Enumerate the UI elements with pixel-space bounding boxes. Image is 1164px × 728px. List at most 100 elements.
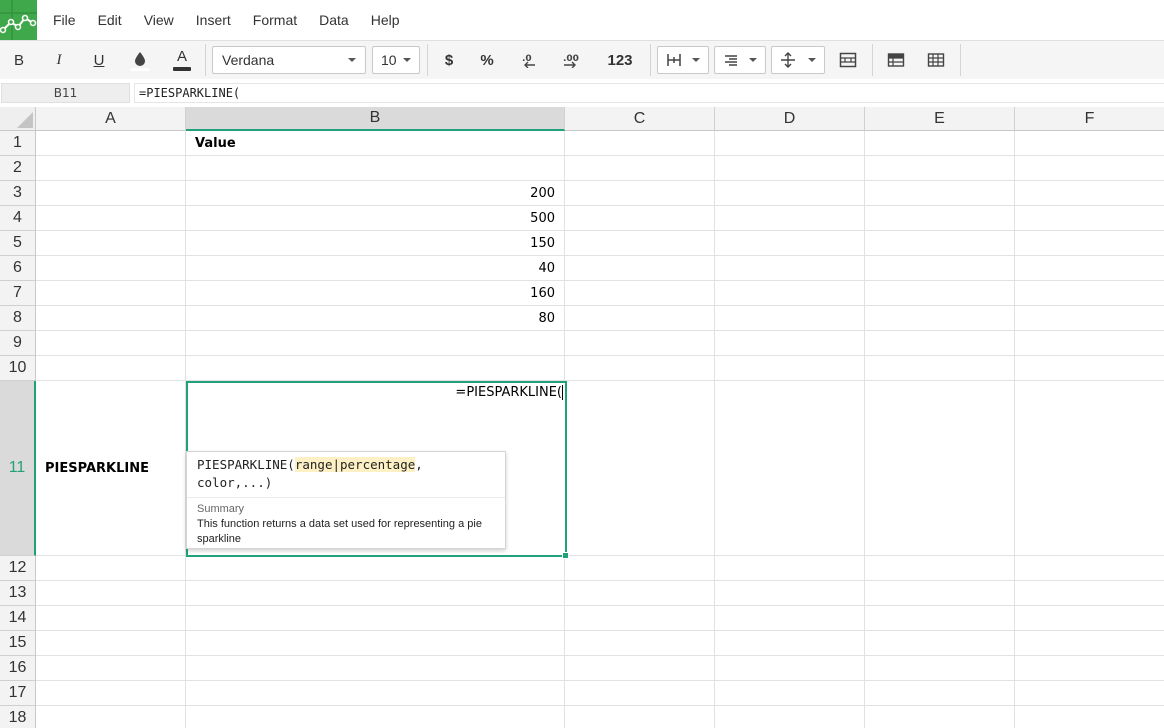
cell-c8[interactable]: [565, 306, 715, 331]
cell-f13[interactable]: [1015, 581, 1164, 606]
row-header-5[interactable]: 5: [0, 231, 36, 256]
cell-d10[interactable]: [715, 356, 865, 381]
row-header-8[interactable]: 8: [0, 306, 36, 331]
cell-b3[interactable]: 200: [186, 181, 565, 206]
cell-d4[interactable]: [715, 206, 865, 231]
cell-b18[interactable]: [186, 706, 565, 728]
font-family-select[interactable]: Verdana: [212, 46, 366, 74]
cell-f15[interactable]: [1015, 631, 1164, 656]
cell-f6[interactable]: [1015, 256, 1164, 281]
menu-file[interactable]: File: [42, 0, 87, 40]
cell-c16[interactable]: [565, 656, 715, 681]
cell-a2[interactable]: [36, 156, 186, 181]
row-header-2[interactable]: 2: [0, 156, 36, 181]
currency-format-button[interactable]: $: [434, 41, 464, 79]
cell-d5[interactable]: [715, 231, 865, 256]
cell-d11[interactable]: [715, 381, 865, 556]
menu-help[interactable]: Help: [360, 0, 411, 40]
cell-c10[interactable]: [565, 356, 715, 381]
cell-b14[interactable]: [186, 606, 565, 631]
cell-b10[interactable]: [186, 356, 565, 381]
cell-a5[interactable]: [36, 231, 186, 256]
cell-e14[interactable]: [865, 606, 1015, 631]
cell-f8[interactable]: [1015, 306, 1164, 331]
cell-e13[interactable]: [865, 581, 1015, 606]
cell-c12[interactable]: [565, 556, 715, 581]
cell-a4[interactable]: [36, 206, 186, 231]
fill-color-button[interactable]: [124, 41, 156, 79]
cell-b15[interactable]: [186, 631, 565, 656]
cell-f17[interactable]: [1015, 681, 1164, 706]
select-all-corner[interactable]: [0, 107, 36, 131]
column-header-b[interactable]: B: [186, 107, 565, 131]
cell-f10[interactable]: [1015, 356, 1164, 381]
row-header-4[interactable]: 4: [0, 206, 36, 231]
cell-c5[interactable]: [565, 231, 715, 256]
column-header-d[interactable]: D: [715, 107, 865, 131]
fill-handle[interactable]: [562, 552, 569, 559]
percent-format-button[interactable]: %: [472, 41, 502, 79]
cell-c14[interactable]: [565, 606, 715, 631]
cell-b17[interactable]: [186, 681, 565, 706]
cell-f4[interactable]: [1015, 206, 1164, 231]
column-header-f[interactable]: F: [1015, 107, 1164, 131]
menu-insert[interactable]: Insert: [185, 0, 242, 40]
cell-e12[interactable]: [865, 556, 1015, 581]
cell-f1[interactable]: [1015, 131, 1164, 156]
cell-f3[interactable]: [1015, 181, 1164, 206]
text-color-button[interactable]: A: [166, 41, 198, 79]
cell-e6[interactable]: [865, 256, 1015, 281]
cell-a17[interactable]: [36, 681, 186, 706]
cell-c4[interactable]: [565, 206, 715, 231]
decrease-decimal-button[interactable]: .0: [514, 41, 544, 79]
cell-f7[interactable]: [1015, 281, 1164, 306]
cell-e18[interactable]: [865, 706, 1015, 728]
row-header-16[interactable]: 16: [0, 656, 36, 681]
cell-e5[interactable]: [865, 231, 1015, 256]
cell-f2[interactable]: [1015, 156, 1164, 181]
cell-d17[interactable]: [715, 681, 865, 706]
cell-a10[interactable]: [36, 356, 186, 381]
freeze-columns-button[interactable]: [921, 41, 951, 79]
cell-d2[interactable]: [715, 156, 865, 181]
cell-f9[interactable]: [1015, 331, 1164, 356]
column-header-e[interactable]: E: [865, 107, 1015, 131]
cell-e11[interactable]: [865, 381, 1015, 556]
cell-d8[interactable]: [715, 306, 865, 331]
cell-a15[interactable]: [36, 631, 186, 656]
cell-e8[interactable]: [865, 306, 1015, 331]
cell-f11[interactable]: [1015, 381, 1164, 556]
cell-c3[interactable]: [565, 181, 715, 206]
cell-a14[interactable]: [36, 606, 186, 631]
row-header-15[interactable]: 15: [0, 631, 36, 656]
cell-e3[interactable]: [865, 181, 1015, 206]
row-header-13[interactable]: 13: [0, 581, 36, 606]
cell-e10[interactable]: [865, 356, 1015, 381]
cell-a8[interactable]: [36, 306, 186, 331]
cell-e4[interactable]: [865, 206, 1015, 231]
cell-b9[interactable]: [186, 331, 565, 356]
cell-f14[interactable]: [1015, 606, 1164, 631]
cell-b8[interactable]: 80: [186, 306, 565, 331]
cell-a1[interactable]: [36, 131, 186, 156]
row-header-17[interactable]: 17: [0, 681, 36, 706]
cell-f16[interactable]: [1015, 656, 1164, 681]
cell-b1[interactable]: Value: [186, 131, 565, 156]
row-header-6[interactable]: 6: [0, 256, 36, 281]
underline-button[interactable]: U: [84, 41, 114, 79]
row-header-3[interactable]: 3: [0, 181, 36, 206]
cell-e2[interactable]: [865, 156, 1015, 181]
cell-reference-box[interactable]: B11: [1, 83, 130, 103]
menu-edit[interactable]: Edit: [87, 0, 133, 40]
cell-e17[interactable]: [865, 681, 1015, 706]
cell-a16[interactable]: [36, 656, 186, 681]
cell-d12[interactable]: [715, 556, 865, 581]
vertical-align-select[interactable]: [771, 46, 825, 74]
increase-decimal-button[interactable]: .00: [555, 41, 587, 79]
cell-b16[interactable]: [186, 656, 565, 681]
cell-c9[interactable]: [565, 331, 715, 356]
row-header-10[interactable]: 10: [0, 356, 36, 381]
cell-c15[interactable]: [565, 631, 715, 656]
number-format-button[interactable]: 123: [600, 41, 640, 79]
row-header-12[interactable]: 12: [0, 556, 36, 581]
